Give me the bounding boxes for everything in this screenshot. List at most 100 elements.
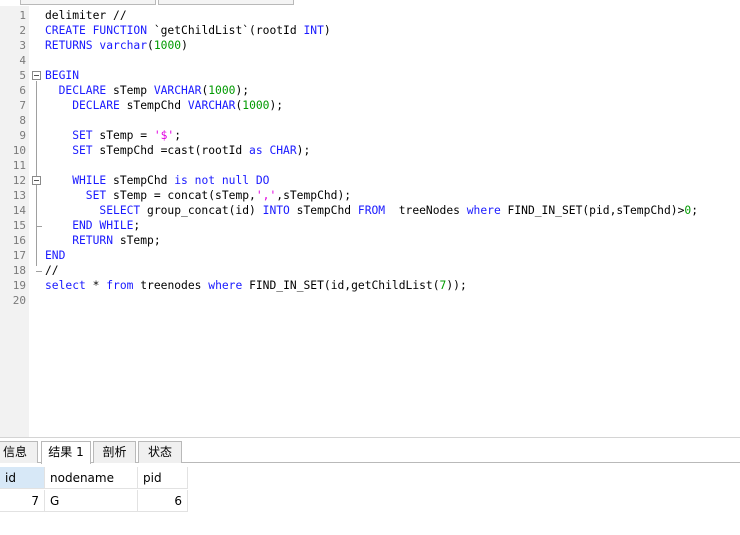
sql-keyword: INTO (262, 204, 290, 217)
fold-end-marker (36, 226, 42, 227)
column-header-nodename[interactable]: nodename (45, 467, 138, 489)
sql-keyword: VARCHAR (153, 84, 202, 97)
sql-token: sTemp (106, 84, 154, 97)
sql-keyword: DECLARE (45, 84, 107, 97)
line-number: 6 (19, 84, 26, 97)
fold-toggle-while-icon[interactable] (32, 176, 41, 185)
code-line: 2 CREATE FUNCTION `getChildList`(rootId I… (0, 23, 740, 38)
sql-string: '$' (153, 129, 175, 142)
tab-result-1[interactable]: 结果 1 (41, 441, 91, 464)
code-text: END WHILE; (45, 218, 140, 233)
sql-keyword: SET (45, 144, 93, 157)
sql-token: ,sTempChd); (276, 189, 352, 202)
line-number: 13 (12, 189, 26, 202)
sql-keyword: where (466, 204, 501, 217)
sql-token: ) (181, 39, 188, 52)
column-header-pid[interactable]: pid (138, 467, 188, 489)
code-text: END (45, 248, 65, 263)
line-number: 18 (12, 264, 26, 277)
line-number: 7 (19, 99, 26, 112)
sql-token: sTemp; (113, 234, 161, 247)
column-header-id[interactable]: id (0, 467, 45, 489)
sql-token: )); (446, 279, 467, 292)
sql-keyword: END (45, 249, 66, 262)
sql-number: 1000 (208, 84, 236, 97)
sql-token: ( (147, 39, 154, 52)
code-line: 8 (0, 113, 740, 128)
code-text: RETURN sTemp; (45, 233, 161, 248)
cell-pid[interactable]: 6 (138, 490, 188, 512)
sql-keyword: RETURN (45, 234, 114, 247)
code-line: 14 SELECT group_concat(id) INTO sTempChd… (0, 203, 740, 218)
code-text: RETURNS varchar(1000) (45, 38, 188, 53)
sql-keyword: from (106, 279, 134, 292)
result-tab-bar: 信息 结果 1 剖析 状态 (0, 437, 740, 464)
code-line: 20 (0, 293, 740, 308)
code-line: 5 BEGIN (0, 68, 740, 83)
sql-keyword: SELECT (45, 204, 141, 217)
code-line: 10 SET sTempChd =cast(rootId as CHAR); (0, 143, 740, 158)
query-tab[interactable] (158, 0, 294, 5)
sql-keyword: VARCHAR (187, 99, 236, 112)
sql-token: treenodes (133, 279, 209, 292)
line-number: 17 (12, 249, 26, 262)
code-text: select * from treenodes where FIND_IN_SE… (45, 278, 467, 293)
sql-token: ; (691, 204, 699, 217)
cell-nodename[interactable]: G (45, 490, 138, 512)
query-tab[interactable] (20, 0, 156, 5)
sql-keyword: FROM (357, 204, 386, 217)
line-number: 2 (19, 24, 26, 37)
line-number: 14 (12, 204, 26, 217)
sql-token: sTempChd (289, 204, 358, 217)
code-line: 12 WHILE sTempChd is not null DO (0, 173, 740, 188)
code-text: CREATE FUNCTION `getChildList`(rootId IN… (45, 23, 331, 38)
sql-keyword: RETURNS varchar (45, 39, 148, 52)
sql-token: ; (133, 219, 141, 232)
code-line: 6 DECLARE sTemp VARCHAR(1000); (0, 83, 740, 98)
line-number: 11 (12, 159, 26, 172)
tab-status[interactable]: 状态 (138, 441, 182, 463)
sql-token: ) (323, 24, 331, 37)
line-number: 8 (19, 114, 26, 127)
fold-guide (36, 81, 37, 266)
line-number: 12 (12, 174, 26, 187)
tab-profile[interactable]: 剖析 (93, 441, 136, 463)
sql-token: group_concat(id) (140, 204, 263, 217)
code-text: delimiter // (45, 8, 127, 23)
code-line: 9 SET sTemp = '$'; (0, 128, 740, 143)
sql-number: 1000 (153, 39, 182, 52)
line-number: 16 (12, 234, 26, 247)
fold-end-marker (36, 271, 42, 272)
sql-keyword: as CHAR (249, 144, 297, 157)
fold-toggle-begin-icon[interactable] (32, 71, 41, 80)
tab-info[interactable]: 信息 (0, 441, 38, 463)
sql-token: sTemp = (92, 129, 154, 142)
line-number: 15 (12, 219, 26, 232)
sql-keyword: INT (303, 24, 324, 37)
code-line: 18 // (0, 263, 740, 278)
sql-keyword: SET (45, 129, 93, 142)
line-number: 9 (19, 129, 26, 142)
code-line: 19 select * from treenodes where FIND_IN_… (0, 278, 740, 293)
line-number: 19 (12, 279, 26, 292)
sql-token: FIND_IN_SET(id,getChildList( (242, 279, 440, 292)
sql-token: ); (269, 99, 284, 112)
sql-keyword: CREATE FUNCTION (45, 24, 148, 37)
sql-keyword: BEGIN (45, 69, 80, 82)
code-line: 1 delimiter // (0, 8, 740, 23)
sql-token: FIND_IN_SET(pid,sTempChd)> (500, 204, 685, 217)
code-text: SET sTemp = concat(sTemp,',',sTempChd); (45, 188, 351, 203)
sql-keyword: select (45, 279, 86, 292)
line-number: 10 (12, 144, 26, 157)
line-number: 4 (19, 54, 26, 67)
sql-token: ); (296, 144, 311, 157)
code-text: DECLARE sTempChd VARCHAR(1000); (45, 98, 283, 113)
sql-keyword: SET (45, 189, 107, 202)
cell-id[interactable]: 7 (0, 490, 45, 512)
sql-number: 1000 (242, 99, 270, 112)
code-text: DECLARE sTemp VARCHAR(1000); (45, 83, 249, 98)
sql-token: sTempChd =cast(rootId (92, 144, 250, 157)
sql-token: ; (174, 129, 182, 142)
sql-editor[interactable]: 1 delimiter // 2 CREATE FUNCTION `getChildL… (0, 6, 740, 437)
sql-token: sTempChd (119, 99, 188, 112)
